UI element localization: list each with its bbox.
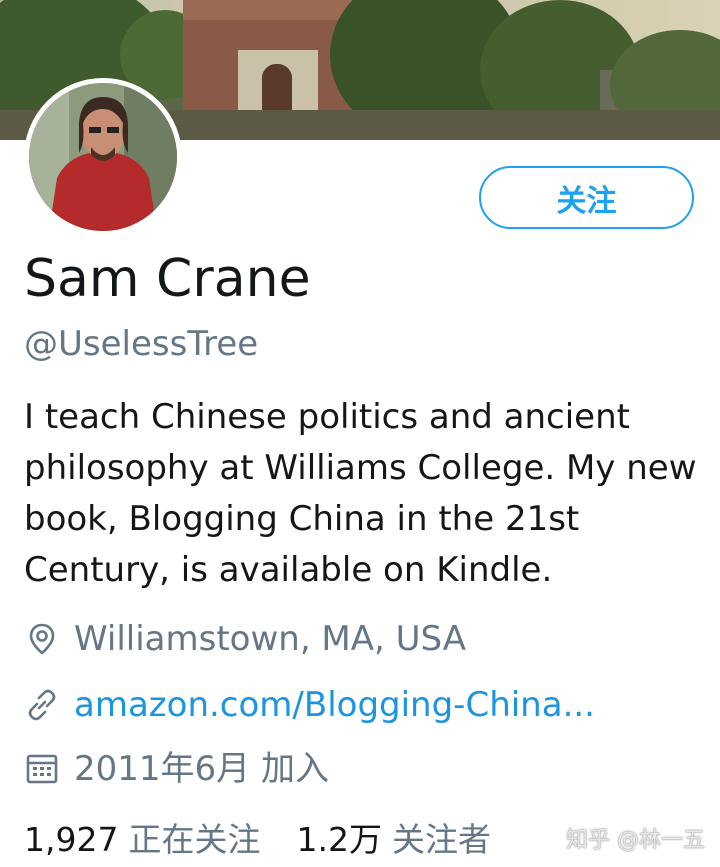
location-text: Williamstown, MA, USA <box>74 619 466 659</box>
link-icon <box>24 687 60 723</box>
avatar[interactable] <box>24 78 182 236</box>
followers-label[interactable]: 关注者 <box>392 818 491 862</box>
profile-handle: @UselessTree <box>24 324 259 364</box>
profile-name: Sam Crane <box>24 249 311 309</box>
calendar-icon <box>24 751 60 787</box>
followers-count[interactable]: 1.2万 <box>296 818 381 862</box>
watermark: 知乎 @林一五 <box>566 828 705 853</box>
profile-link[interactable]: amazon.com/Blogging-China... <box>74 683 595 727</box>
link-row[interactable]: amazon.com/Blogging-China... <box>24 683 595 727</box>
following-count[interactable]: 1,927 <box>24 818 118 862</box>
follow-button[interactable]: 关注 <box>479 166 694 229</box>
profile-stats: 1,927 正在关注 1.2万 关注者 <box>24 818 491 862</box>
joined-row: 2011年6月 加入 <box>24 747 329 791</box>
following-label[interactable]: 正在关注 <box>128 818 260 862</box>
joined-text: 2011年6月 加入 <box>74 749 329 789</box>
location-row: Williamstown, MA, USA <box>24 617 466 661</box>
profile-bio: I teach Chinese politics and ancient phi… <box>24 397 697 590</box>
location-pin-icon <box>24 621 60 657</box>
